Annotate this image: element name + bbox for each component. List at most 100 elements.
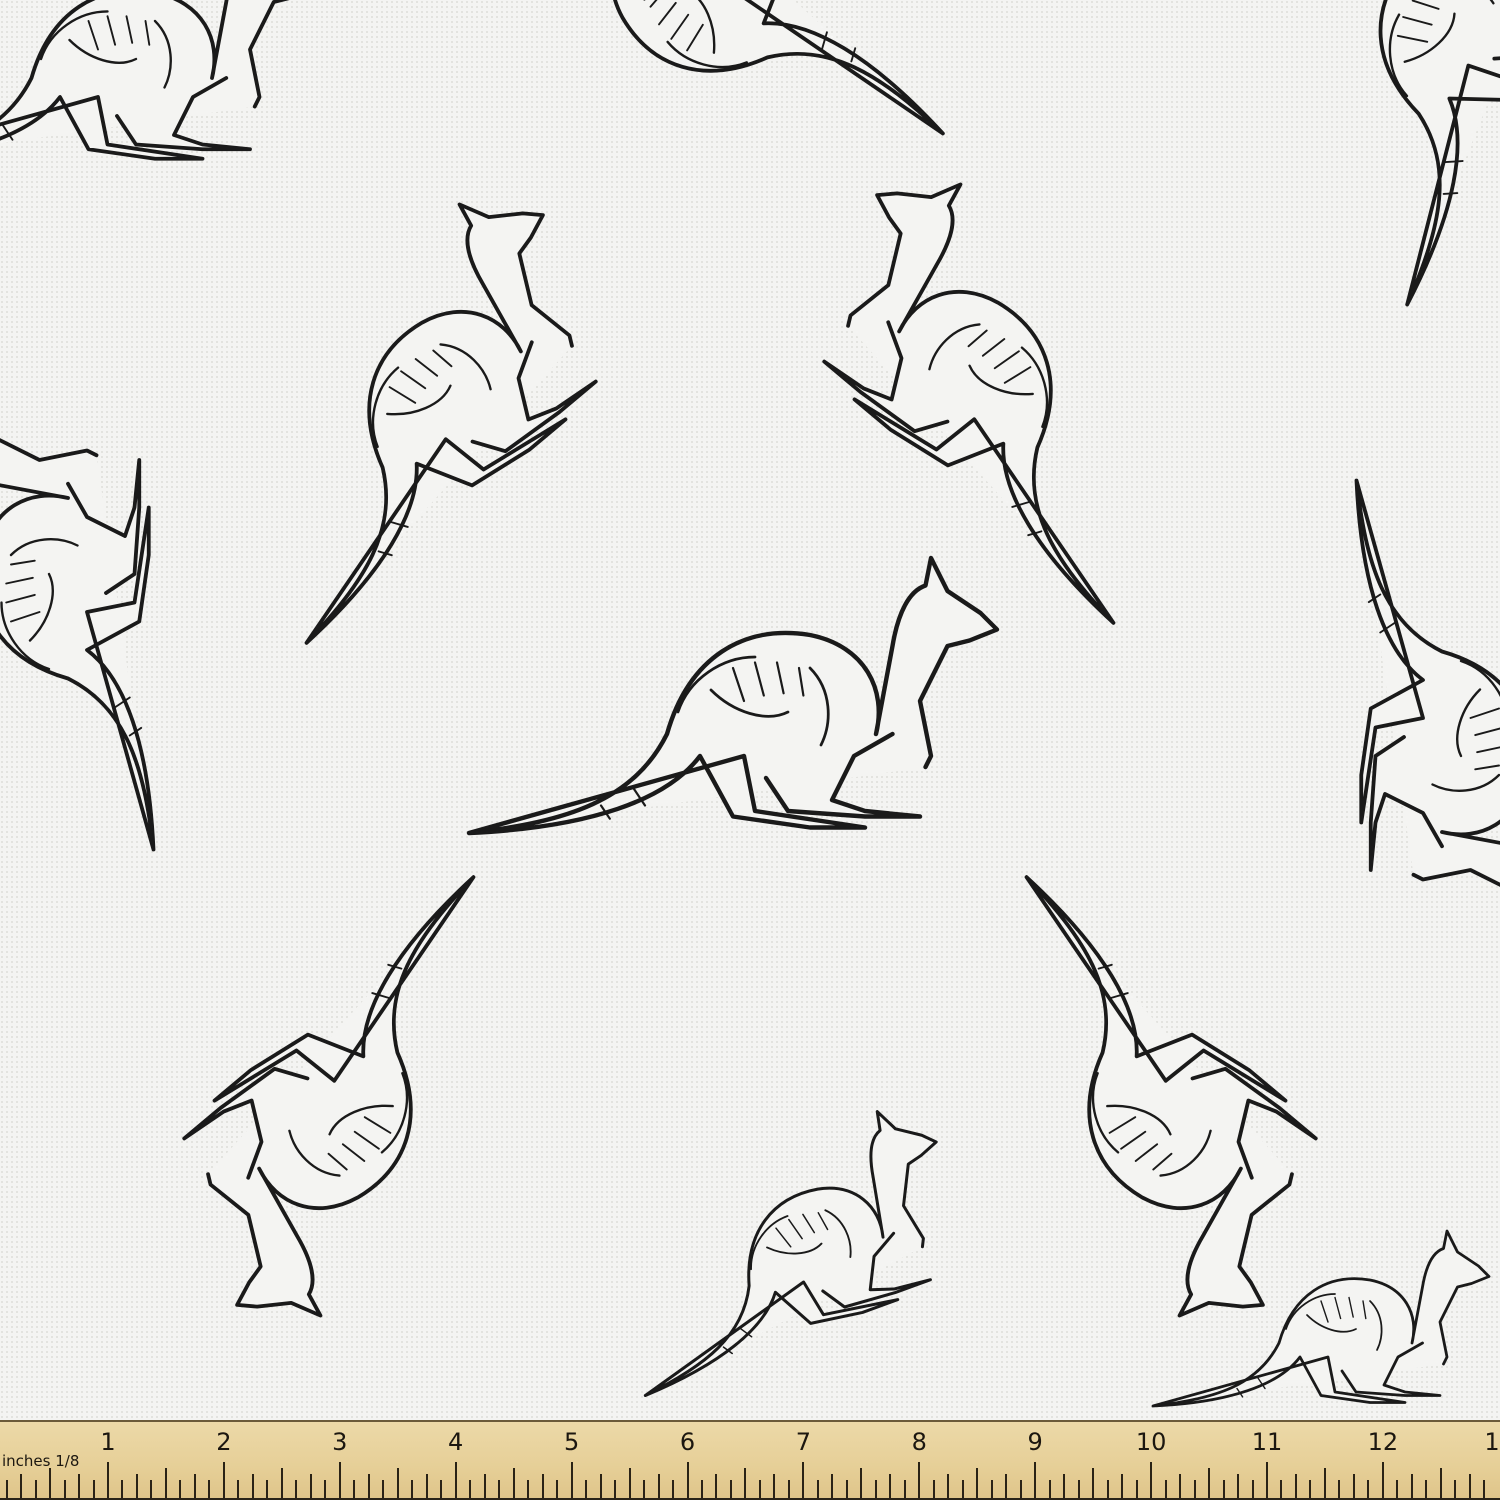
ruler-number: 4 xyxy=(448,1428,464,1456)
ruler-tick xyxy=(1092,1468,1095,1498)
ruler-tick xyxy=(1468,1474,1471,1498)
ruler-tick xyxy=(1150,1462,1153,1498)
ruler-tick xyxy=(1164,1480,1167,1498)
ruler-tick xyxy=(107,1462,109,1498)
ruler-tick xyxy=(1309,1480,1312,1498)
ruler-tick xyxy=(1034,1462,1037,1498)
ruler-tick xyxy=(1323,1468,1326,1498)
ruler-tick xyxy=(1280,1480,1283,1498)
ruler-tick xyxy=(643,1480,646,1498)
ruler-tick xyxy=(425,1474,428,1498)
ruler-tick xyxy=(1121,1474,1124,1498)
ruler-tick xyxy=(1367,1480,1370,1498)
ruler-tick xyxy=(1381,1462,1384,1498)
ruler-tick xyxy=(860,1468,863,1498)
ruler-tick xyxy=(628,1468,631,1498)
ruler-tick xyxy=(947,1474,950,1498)
kangaroo-top-corner-left xyxy=(0,0,319,166)
kangaroo-top-right xyxy=(762,145,1269,625)
ruler-tick xyxy=(889,1474,892,1498)
ruler-tick xyxy=(1005,1474,1008,1498)
ruler-number: 3 xyxy=(332,1428,348,1456)
ruler-tick xyxy=(454,1462,457,1498)
ruler-tick xyxy=(440,1480,443,1498)
ruler-tick xyxy=(498,1480,501,1498)
ruler-tick xyxy=(1266,1462,1268,1498)
ruler-tick xyxy=(324,1480,327,1498)
ruler-tick xyxy=(1396,1480,1399,1498)
kangaroo-top-left xyxy=(151,165,658,645)
ruler-tick xyxy=(1439,1468,1442,1498)
ruler-tick xyxy=(353,1480,356,1498)
kangaroo-bottom-edge xyxy=(579,1094,986,1397)
ruler-tick xyxy=(150,1480,153,1498)
ruler-tick xyxy=(816,1480,819,1498)
ruler-tick xyxy=(585,1480,588,1498)
ruler-tick xyxy=(1251,1480,1254,1498)
ruler-tick xyxy=(802,1462,805,1498)
ruler-tick xyxy=(874,1480,877,1498)
ruler-tick xyxy=(556,1480,559,1498)
ruler-tick xyxy=(1208,1468,1211,1498)
ruler-tick xyxy=(135,1474,138,1498)
ruler-tick xyxy=(251,1474,254,1498)
ruler-tick xyxy=(961,1480,964,1498)
ruler-tick xyxy=(222,1462,225,1498)
ruler-tick xyxy=(237,1480,240,1498)
ruler-tick xyxy=(78,1474,81,1498)
ruler-tick xyxy=(657,1474,660,1498)
ruler-tick xyxy=(1193,1480,1196,1498)
ruler-tick xyxy=(512,1468,515,1498)
ruler-number: 11 xyxy=(1251,1428,1283,1456)
ruler-tick xyxy=(1222,1480,1225,1498)
ruler-tick xyxy=(367,1474,370,1498)
measuring-ruler: inches 1/8 1 2 3 4 5 6 7 8 9 10 11 12 1 xyxy=(0,1420,1500,1500)
ruler-tick xyxy=(1063,1474,1066,1498)
ruler-tick xyxy=(700,1480,703,1498)
ruler-tick xyxy=(990,1480,993,1498)
ruler-tick xyxy=(976,1468,979,1498)
ruler-tick xyxy=(338,1462,341,1498)
ruler-number: 8 xyxy=(911,1428,927,1456)
kangaroo-left-edge xyxy=(0,391,156,852)
ruler-tick xyxy=(1048,1480,1051,1498)
ruler-tick xyxy=(672,1480,674,1498)
ruler-tick xyxy=(729,1480,732,1498)
ruler-tick xyxy=(1454,1480,1457,1498)
ruler-tick xyxy=(164,1468,167,1498)
ruler-tick xyxy=(1352,1474,1355,1498)
ruler-tick xyxy=(1483,1480,1486,1498)
ruler-number: 1 xyxy=(100,1428,116,1456)
ruler-tick xyxy=(570,1462,573,1498)
ruler-tick xyxy=(20,1474,23,1498)
ruler-tick xyxy=(903,1480,906,1498)
ruler-tick xyxy=(1425,1480,1428,1498)
kangaroo-right-edge xyxy=(1354,478,1500,939)
ruler-tick xyxy=(614,1480,617,1498)
kangaroo-pattern-fabric xyxy=(0,0,1500,1420)
ruler-tick xyxy=(686,1462,689,1498)
kangaroo-center xyxy=(469,558,997,833)
ruler-number: 1 xyxy=(1484,1428,1500,1456)
ruler-tick xyxy=(1077,1480,1080,1498)
ruler-tick xyxy=(382,1480,385,1498)
kangaroo-bottom-left xyxy=(122,875,629,1355)
ruler-tick xyxy=(744,1468,747,1498)
kangaroo-top-edge xyxy=(465,0,945,289)
ruler-tick xyxy=(1019,1480,1022,1498)
ruler-tick xyxy=(831,1474,834,1498)
ruler-tick xyxy=(483,1474,486,1498)
ruler-tick xyxy=(280,1468,283,1498)
ruler-tick xyxy=(469,1480,472,1498)
ruler-tick xyxy=(411,1480,414,1498)
ruler-number: 10 xyxy=(1135,1428,1167,1456)
ruler-tick xyxy=(121,1480,124,1498)
ruler-tick xyxy=(179,1480,182,1498)
kangaroo-bottom-right xyxy=(871,875,1378,1355)
ruler-tick xyxy=(5,1480,8,1498)
ruler-number: 6 xyxy=(679,1428,696,1456)
ruler-tick xyxy=(208,1480,211,1498)
ruler-tick xyxy=(49,1468,52,1498)
ruler-tick xyxy=(599,1474,602,1498)
ruler-tick xyxy=(309,1474,312,1498)
